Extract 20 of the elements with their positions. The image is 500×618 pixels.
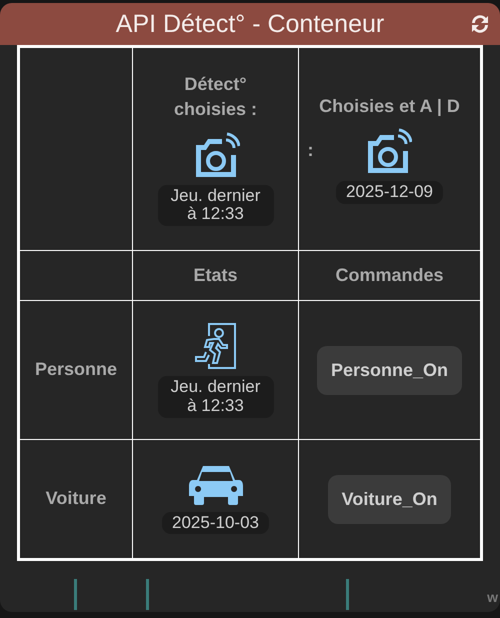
running-exit-icon	[194, 322, 236, 370]
separator-text: :	[308, 140, 314, 161]
command-button[interactable]: Personne_On	[316, 346, 462, 394]
row-label: Personne	[34, 358, 118, 382]
timestamp-badge: 2025-12-09	[336, 181, 443, 204]
tick-mark	[346, 579, 349, 610]
row-label: Voiture	[46, 487, 106, 510]
column-heading: Détect° choisies :	[172, 73, 258, 122]
footer-text: w	[487, 589, 498, 605]
column-heading: Commandes	[335, 264, 444, 287]
car-icon	[188, 464, 242, 506]
tick-mark	[74, 579, 77, 610]
state-badge: 2025-10-03	[162, 512, 269, 534]
command-button[interactable]: Voiture_On	[328, 474, 452, 524]
column-heading: Choisies et A | D	[319, 95, 460, 118]
state-badge: Jeu. dernier à 12:33	[158, 376, 274, 418]
timestamp-badge: Jeu. dernier à 12:33	[158, 184, 274, 226]
panel-title: API Détect° - Conteneur	[116, 10, 384, 38]
tick-mark	[146, 579, 149, 610]
column-heading: Etats	[193, 264, 238, 287]
